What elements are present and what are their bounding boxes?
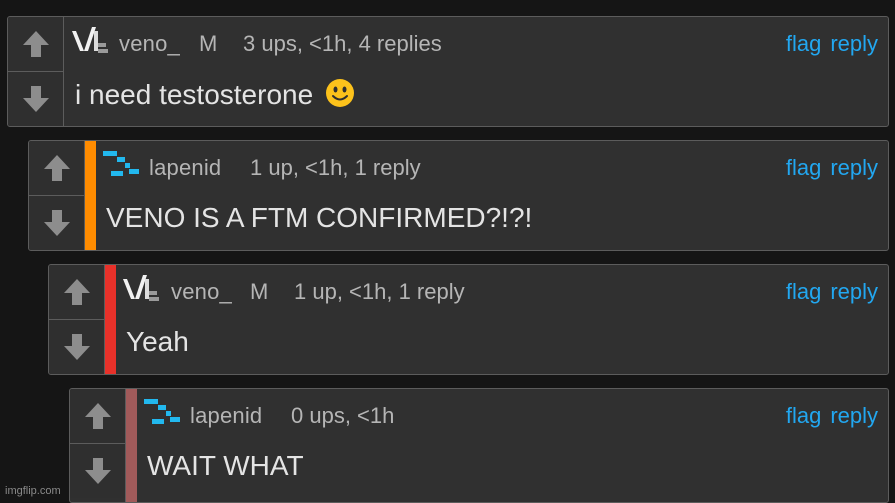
veno-avatar-icon[interactable] (121, 273, 161, 303)
arrow-up-icon (63, 279, 90, 305)
flag-link[interactable]: flag (786, 155, 821, 181)
slightly-smiling-face-icon (325, 79, 354, 107)
username[interactable]: lapenid (149, 155, 221, 181)
vote-controls (49, 265, 105, 374)
username[interactable]: veno_ (119, 31, 180, 57)
comment: lapenid 0 ups, <1h flag reply WAIT WHAT (69, 388, 889, 503)
thread-depth-bar (126, 389, 137, 502)
vote-controls (70, 389, 126, 502)
arrow-up-icon (22, 31, 49, 57)
comment-text-content: i need testosterone (75, 79, 314, 110)
username[interactable]: veno_ (171, 279, 232, 305)
upvote-button[interactable] (29, 141, 84, 196)
comment: lapenid 1 up, <1h, 1 reply flag reply VE… (28, 140, 889, 251)
lapenid-avatar-icon[interactable] (101, 149, 141, 179)
flag-link[interactable]: flag (786, 403, 821, 429)
upvote-button[interactable] (8, 17, 63, 72)
arrow-down-icon (22, 86, 49, 112)
arrow-up-icon (43, 155, 70, 181)
vote-controls (8, 17, 64, 126)
thread-depth-bar (105, 265, 116, 374)
username[interactable]: lapenid (190, 403, 262, 429)
veno-avatar-icon[interactable] (70, 25, 110, 55)
arrow-down-icon (63, 334, 90, 360)
downvote-button[interactable] (49, 320, 104, 374)
comment-text: i need testosterone (75, 78, 355, 111)
gender-label: M (199, 31, 218, 56)
comment: veno_ M 3 ups, <1h, 4 replies flag reply… (7, 16, 889, 127)
watermark: imgflip.com (5, 485, 61, 497)
downvote-button[interactable] (70, 444, 125, 498)
reply-link[interactable]: reply (830, 279, 878, 305)
comment: veno_ M 1 up, <1h, 1 reply flag reply Ye… (48, 264, 889, 375)
comment-meta: 1 up, <1h, 1 reply (294, 279, 465, 304)
downvote-button[interactable] (8, 72, 63, 126)
comment-text: Yeah (126, 326, 189, 357)
thread-depth-bar (85, 141, 96, 250)
flag-link[interactable]: flag (786, 279, 821, 305)
gender-label: M (250, 279, 269, 304)
vote-controls (29, 141, 85, 250)
comment-meta: 1 up, <1h, 1 reply (250, 155, 421, 180)
reply-link[interactable]: reply (830, 403, 878, 429)
lapenid-avatar-icon[interactable] (142, 397, 182, 427)
upvote-button[interactable] (49, 265, 104, 320)
arrow-up-icon (84, 403, 111, 429)
arrow-down-icon (84, 458, 111, 484)
upvote-button[interactable] (70, 389, 125, 444)
arrow-down-icon (43, 210, 70, 236)
flag-link[interactable]: flag (786, 31, 821, 57)
comment-text: VENO IS A FTM CONFIRMED?!?! (106, 202, 533, 233)
reply-link[interactable]: reply (830, 31, 878, 57)
comment-text: WAIT WHAT (147, 450, 304, 481)
reply-link[interactable]: reply (830, 155, 878, 181)
downvote-button[interactable] (29, 196, 84, 250)
comment-meta: 0 ups, <1h (291, 403, 395, 428)
comment-meta: 3 ups, <1h, 4 replies (243, 31, 442, 56)
